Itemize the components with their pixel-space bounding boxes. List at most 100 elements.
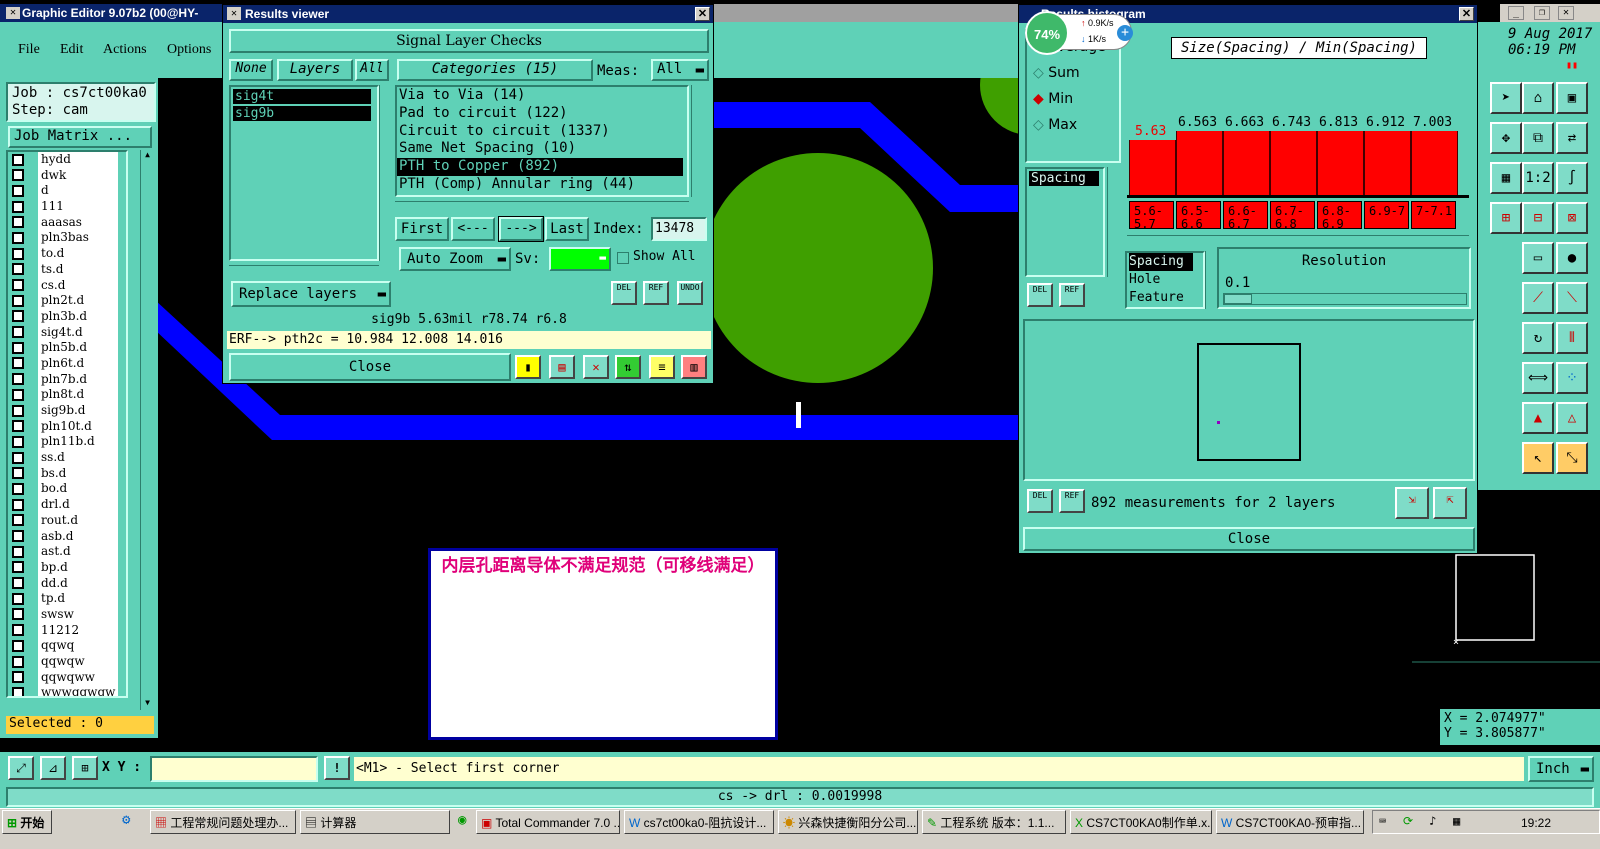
category-scrollbar[interactable] [691,85,709,197]
export-right-icon[interactable]: ⇱ [1433,487,1467,519]
browser-icon[interactable]: ◉ [458,812,466,828]
keyboard-icon[interactable]: ⌨ [1379,814,1386,828]
layer-checkbox[interactable] [12,263,24,276]
layer-row[interactable]: pln6t.d [8,355,126,372]
layer-checkbox[interactable] [12,420,24,433]
xy-input[interactable] [150,756,318,782]
layer-checkbox[interactable] [12,671,24,684]
spacing-list[interactable]: Spacing [1025,167,1105,277]
layer-row[interactable]: qqwq [8,638,126,655]
layers-all-button[interactable]: All [355,59,389,81]
job-matrix-button[interactable]: Job Matrix ... [8,126,152,148]
cursor-select-icon[interactable]: ↖ [1522,442,1554,474]
layer-row[interactable]: pln8t.d [8,387,126,404]
layer-row[interactable]: pln10t.d [8,418,126,435]
layer-checkbox[interactable] [12,169,24,182]
measure-point-icon[interactable]: ⟍ [1556,282,1588,314]
category-item[interactable]: Circuit to circuit (1337) [397,123,683,141]
layer-row[interactable]: cs.d [8,277,126,294]
alert-icon[interactable]: ! [324,756,350,780]
histogram-bar[interactable] [1129,140,1176,195]
first-button[interactable]: First [395,217,449,241]
category-item[interactable]: PTH (Comp) Annular ring (44) [397,176,683,194]
layer-row[interactable]: rout.d [8,512,126,529]
layer-row[interactable]: bs.d [8,465,126,482]
layer-checkbox[interactable] [12,482,24,495]
layers-button[interactable]: Layers [277,59,353,81]
layer-row[interactable]: qqwqw [8,654,126,670]
plus-icon[interactable]: + [1117,25,1133,41]
viewer-close-button[interactable]: Close [229,353,511,381]
layer-checkbox[interactable] [12,639,24,652]
histogram-close-button[interactable]: Close [1023,527,1475,551]
categories-button[interactable]: Categories (15) [397,59,593,81]
layer-checkbox[interactable] [12,357,24,370]
last-button[interactable]: Last [545,217,589,241]
snap-icon[interactable]: ⊞ [1490,202,1522,234]
ratio-icon[interactable]: 1:2 [1522,162,1554,194]
layer-checkbox[interactable] [12,184,24,197]
category-item[interactable]: Via to Via (14) [397,87,683,105]
multi-select-icon[interactable]: ⤡ [1556,442,1588,474]
grid-toggle-icon[interactable]: ⊞ [72,756,98,780]
network-icon[interactable]: ⟳ [1403,814,1413,828]
notes-icon[interactable]: ≡ [649,355,675,379]
connect-icon[interactable]: ⊠ [1556,202,1588,234]
type-scrollbar[interactable] [1205,251,1217,309]
layer-list-scrollbar[interactable] [379,85,393,261]
slider-thumb[interactable] [1224,294,1252,304]
scroll-up-icon[interactable]: ▲ [141,150,154,162]
taskbar-item[interactable]: W cs7ct00ka0-阻抗设计... [624,810,774,834]
layer-checkbox[interactable] [12,686,24,696]
menu-file[interactable]: File [18,42,40,58]
align-icon[interactable]: ⊟ [1522,202,1554,234]
preview-del-icon[interactable]: DEL [1027,489,1053,513]
layer-checkbox[interactable] [12,310,24,323]
layer-row[interactable]: to.d [8,246,126,262]
preview-ref-icon[interactable]: REF [1059,489,1085,513]
layer-row[interactable]: ss.d [8,450,126,466]
menu-edit[interactable]: Edit [60,42,83,58]
quicklaunch-icon[interactable]: ⚙ [122,812,130,828]
layer-hscrollbar[interactable] [229,265,379,277]
layer-checkbox[interactable] [12,373,24,386]
stretch-icon[interactable]: ⇄ [1556,122,1588,154]
copy-icon[interactable]: ⧉ [1522,122,1554,154]
taskbar-item[interactable]: ☀ 兴森快捷衡阳分公司... [778,810,918,834]
layer-row[interactable]: d [8,183,126,200]
layer-result-item[interactable]: sig4t [233,89,371,104]
layer-row[interactable]: 111 [8,199,126,215]
layer-checkbox[interactable] [12,577,24,590]
show-all-checkbox[interactable] [617,252,629,264]
layer-row[interactable]: ast.d [8,544,126,560]
layer-row[interactable]: asb.d [8,528,126,545]
layer-checkbox[interactable] [12,341,24,354]
move-icon[interactable]: ✥ [1490,122,1522,154]
dot-icon[interactable]: ● [1556,242,1588,274]
layer-result-item[interactable]: sig9b [233,106,371,121]
layer-checkbox[interactable] [12,561,24,574]
layer-row[interactable]: pln7b.d [8,371,126,388]
taskbar-item[interactable]: ✎ 工程系统 版本：1.1... [922,810,1066,834]
del-icon[interactable]: DEL [611,281,637,305]
layer-checkbox[interactable] [12,530,24,542]
hist-ref-icon[interactable]: REF [1059,283,1085,307]
layer-checkbox[interactable] [12,326,24,339]
auto-zoom-select[interactable]: Auto Zoom ▬ [399,247,511,271]
resolution-slider[interactable] [1223,293,1467,305]
layer-row[interactable]: pln3bas [8,230,126,247]
histogram-bar[interactable] [1364,131,1411,195]
layer-row[interactable]: wwwqqwqw [8,685,126,696]
hist-del-icon[interactable]: DEL [1027,283,1053,307]
prev-button[interactable]: <--- [451,217,495,241]
taskbar-item[interactable]: X CS7CT00KA0制作单.x... [1070,810,1212,834]
layer-row[interactable]: drl.d [8,497,126,513]
layer-row[interactable]: dwk [8,167,126,184]
triangle-measure-icon[interactable]: △ [1556,402,1588,434]
unit-select[interactable]: Inch ▬ [1528,756,1594,782]
taskbar-item[interactable]: ▦ 工程常规问题处理办... [150,810,296,834]
index-input[interactable]: 13478 [651,217,707,241]
layer-checkbox[interactable] [12,153,24,166]
spacing-scrollbar[interactable] [1107,167,1121,277]
restore-icon[interactable]: ❐ [1534,6,1550,20]
